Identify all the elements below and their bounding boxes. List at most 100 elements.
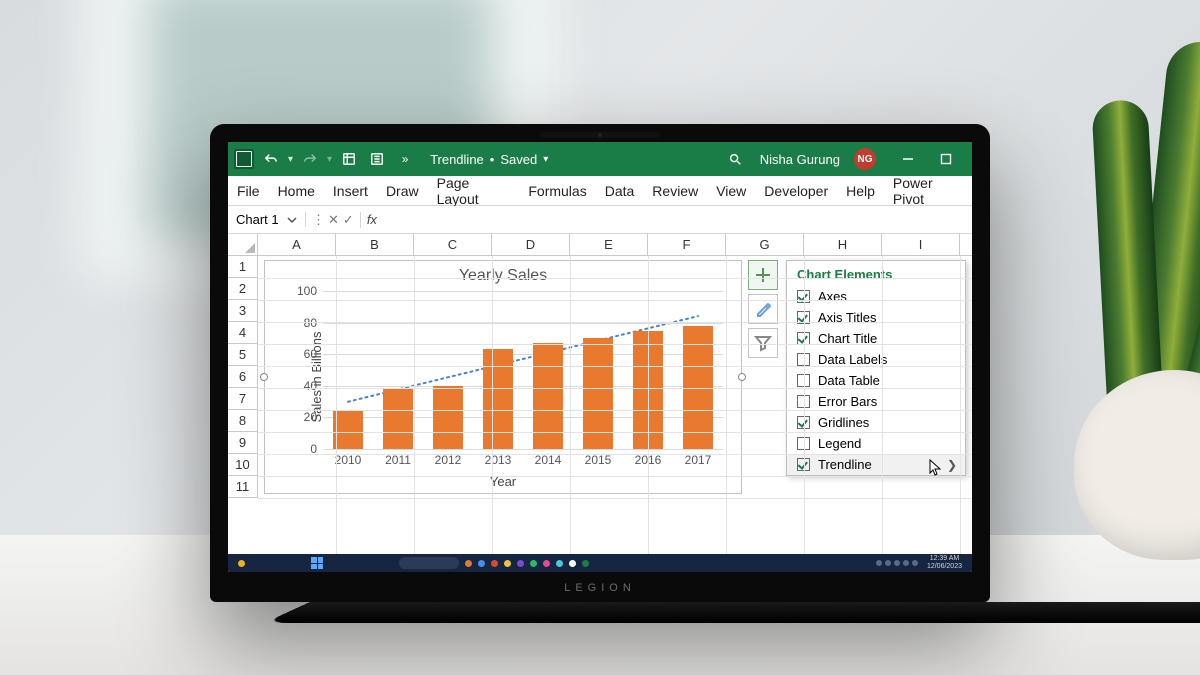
chart-element-gridlines[interactable]: Gridlines (787, 412, 965, 433)
fx-label: fx (361, 212, 383, 227)
row-header[interactable]: 7 (228, 388, 258, 410)
chart-element-label: Error Bars (818, 394, 877, 409)
save-dropdown-icon[interactable]: ▾ (543, 154, 548, 165)
start-button[interactable] (311, 557, 323, 569)
chart-elements-button[interactable] (748, 260, 778, 290)
tab-data[interactable]: Data (596, 176, 644, 205)
tab-developer[interactable]: Developer (755, 176, 837, 205)
undo-button[interactable] (260, 148, 282, 170)
minimize-button[interactable] (896, 153, 920, 165)
weather-icon[interactable] (238, 560, 245, 567)
chart-bar[interactable] (533, 343, 563, 449)
qat-icon-1[interactable] (338, 148, 360, 170)
name-box[interactable]: Chart 1 (228, 212, 306, 227)
spreadsheet-grid[interactable]: ABCDEFGHI 1234567891011 Yearly Sales Sal… (228, 234, 972, 554)
chart-styles-button[interactable] (748, 294, 778, 324)
column-header[interactable]: B (336, 234, 414, 255)
chart-element-error-bars[interactable]: Error Bars (787, 391, 965, 412)
select-all-corner[interactable] (228, 234, 258, 256)
formula-input[interactable] (383, 206, 972, 233)
row-header[interactable]: 10 (228, 454, 258, 476)
tab-power-pivot[interactable]: Power Pivot (884, 176, 972, 205)
taskbar-search[interactable] (399, 557, 459, 569)
column-header[interactable]: H (804, 234, 882, 255)
row-header[interactable]: 11 (228, 476, 258, 498)
row-headers[interactable]: 1234567891011 (228, 256, 258, 498)
chart-elements-flyout: Chart Elements AxesAxis TitlesChart Titl… (786, 260, 966, 476)
chart-element-label: Trendline (818, 457, 872, 472)
taskbar-app[interactable] (556, 560, 563, 567)
tab-insert[interactable]: Insert (324, 176, 377, 205)
qat-icon-2[interactable] (366, 148, 388, 170)
chart-bar[interactable] (433, 386, 463, 449)
undo-dropdown[interactable]: ▾ (288, 154, 293, 165)
taskbar-app[interactable] (504, 560, 511, 567)
cells-area[interactable]: Yearly Sales Sales in Billions Year 0204… (258, 256, 972, 554)
chart-handle-right[interactable] (738, 373, 746, 381)
chart-element-chart-title[interactable]: Chart Title (787, 328, 965, 349)
taskbar-app[interactable] (465, 560, 472, 567)
chevron-right-icon[interactable]: ❯ (947, 458, 957, 472)
redo-dropdown[interactable]: ▾ (327, 154, 332, 165)
column-header[interactable]: A (258, 234, 336, 255)
taskbar-app[interactable] (569, 560, 576, 567)
chart-ylabel[interactable]: Sales in Billions (309, 331, 324, 422)
taskbar-app[interactable] (517, 560, 524, 567)
tab-view[interactable]: View (707, 176, 755, 205)
chart-element-axis-titles[interactable]: Axis Titles (787, 307, 965, 328)
tab-draw[interactable]: Draw (377, 176, 428, 205)
column-header[interactable]: G (726, 234, 804, 255)
row-header[interactable]: 2 (228, 278, 258, 300)
user-avatar[interactable]: NG (854, 148, 876, 170)
chart-handle-left[interactable] (260, 373, 268, 381)
chart-plot-area[interactable]: 0204060801002010201120122013201420152016… (323, 291, 723, 449)
tab-help[interactable]: Help (837, 176, 884, 205)
excel-icon (234, 149, 254, 169)
qat-overflow[interactable]: » (394, 148, 416, 170)
tab-page-layout[interactable]: Page Layout (428, 176, 520, 205)
system-tray[interactable]: 12:39 AM12/06/2023 (876, 555, 962, 570)
column-header[interactable]: I (882, 234, 960, 255)
windows-taskbar[interactable]: 12:39 AM12/06/2023 (228, 554, 972, 572)
taskbar-app[interactable] (491, 560, 498, 567)
column-headers[interactable]: ABCDEFGHI (258, 234, 972, 256)
chart-bar[interactable] (483, 349, 513, 449)
taskbar-app[interactable] (530, 560, 537, 567)
user-name[interactable]: Nisha Gurung (760, 152, 840, 167)
chart-element-axes[interactable]: Axes (787, 286, 965, 307)
search-icon[interactable] (724, 148, 746, 170)
row-header[interactable]: 9 (228, 432, 258, 454)
maximize-button[interactable] (934, 153, 958, 165)
fx-cancel-icon[interactable]: ✕ (328, 212, 339, 228)
taskbar-excel[interactable] (582, 560, 589, 567)
chart-xtick: 2017 (685, 449, 712, 467)
tab-home[interactable]: Home (269, 176, 324, 205)
chart-xtick: 2010 (335, 449, 362, 467)
row-header[interactable]: 1 (228, 256, 258, 278)
taskbar-app[interactable] (543, 560, 550, 567)
row-header[interactable]: 5 (228, 344, 258, 366)
column-header[interactable]: D (492, 234, 570, 255)
chart-bar[interactable] (383, 389, 413, 449)
column-header[interactable]: C (414, 234, 492, 255)
row-header[interactable]: 6 (228, 366, 258, 388)
tab-review[interactable]: Review (643, 176, 707, 205)
row-header[interactable]: 4 (228, 322, 258, 344)
taskbar-app[interactable] (478, 560, 485, 567)
fx-options-icon[interactable]: ⋮ (312, 212, 324, 228)
fx-confirm-icon[interactable]: ✓ (343, 212, 354, 228)
laptop-frame: LEGION ▾ ▾ » Trendline • Saved ▾ Nisha G… (210, 124, 990, 602)
ribbon-tabs: FileHomeInsertDrawPage LayoutFormulasDat… (228, 176, 972, 206)
taskbar-clock[interactable]: 12:39 AM12/06/2023 (927, 555, 962, 570)
row-header[interactable]: 8 (228, 410, 258, 432)
row-header[interactable]: 3 (228, 300, 258, 322)
chart-element-trendline[interactable]: Trendline ❯ (787, 454, 965, 475)
column-header[interactable]: F (648, 234, 726, 255)
chart-element-legend[interactable]: Legend (787, 433, 965, 454)
redo-button[interactable] (299, 148, 321, 170)
tab-formulas[interactable]: Formulas (519, 176, 595, 205)
chart-bar[interactable] (333, 410, 363, 450)
tab-file[interactable]: File (228, 176, 269, 205)
chart-filters-button[interactable] (748, 328, 778, 358)
column-header[interactable]: E (570, 234, 648, 255)
